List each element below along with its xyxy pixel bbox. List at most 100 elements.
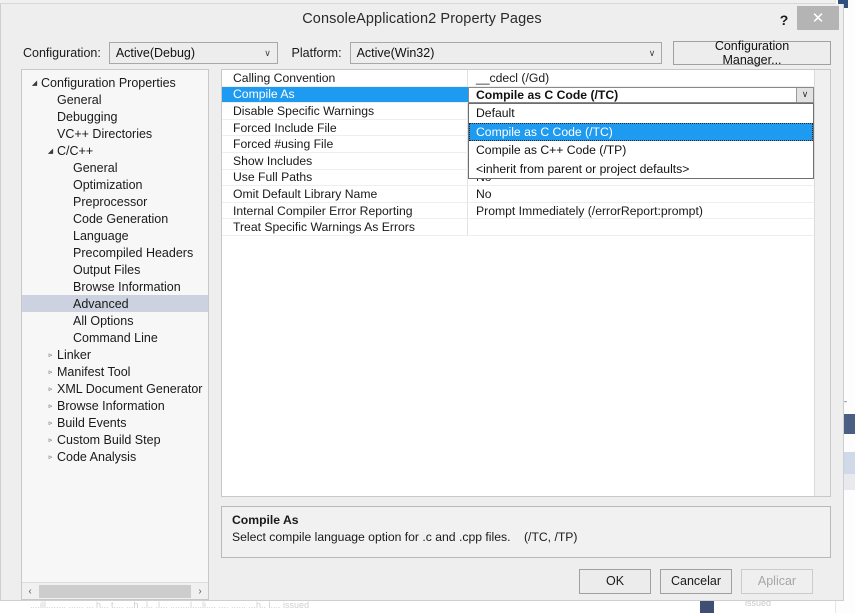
tree-item-label: Manifest Tool — [57, 364, 131, 379]
chevron-down-icon: ∨ — [264, 47, 271, 58]
dropdown-option[interactable]: <inherit from parent or project defaults… — [469, 160, 813, 179]
expand-arrow-icon[interactable]: ▹ — [44, 419, 57, 427]
tree-item[interactable]: All Options — [22, 312, 208, 329]
tree-item-label: VC++ Directories — [57, 126, 153, 141]
property-row[interactable]: Calling Convention __cdecl (/Gd) — [222, 70, 814, 87]
property-grid[interactable]: Calling Convention __cdecl (/Gd) Compile A… — [222, 70, 814, 496]
expand-arrow-icon[interactable]: ▹ — [44, 368, 57, 376]
tree-spacer-icon — [60, 266, 73, 273]
close-icon[interactable]: ✕ — [797, 6, 839, 30]
chevron-down-icon[interactable]: ∨ — [796, 87, 813, 103]
tree-item[interactable]: Optimization — [22, 176, 208, 193]
tree-spacer-icon — [44, 113, 57, 120]
tree-item[interactable]: ▹ Build Events — [22, 414, 208, 431]
chevron-down-icon: ∨ — [648, 47, 656, 58]
tree-item-label: Debugging — [57, 109, 118, 124]
scrollbar-thumb[interactable] — [39, 584, 191, 598]
tree-item-label: Output Files — [73, 262, 141, 277]
tree-item[interactable]: ▹ Custom Build Step — [22, 431, 208, 448]
property-value[interactable] — [468, 219, 814, 235]
tree-item[interactable]: Debugging — [22, 108, 208, 125]
tree-item[interactable]: ◢ C/C++ — [22, 142, 208, 159]
tree-spacer-icon — [60, 198, 73, 205]
property-name: Omit Default Library Name — [222, 186, 468, 202]
dropdown-option[interactable]: Compile as C Code (/TC) — [469, 122, 813, 142]
tree-spacer-icon — [60, 334, 73, 341]
ok-button[interactable]: OK — [579, 568, 651, 594]
configuration-toolbar: Configuration: Active(Debug) ∨ Platform:… — [1, 37, 843, 69]
property-row[interactable]: Internal Compiler Error Reporting Prompt … — [222, 202, 814, 220]
tree-spacer-icon — [60, 181, 73, 188]
tree-item[interactable]: VC++ Directories — [22, 125, 208, 142]
expand-arrow-icon[interactable]: ▹ — [44, 453, 57, 461]
tree-horizontal-scrollbar[interactable]: ‹ › — [22, 582, 208, 599]
dialog-title: ConsoleApplication2 Property Pages — [302, 11, 542, 27]
tree-item[interactable]: Code Generation — [22, 210, 208, 227]
tree-item-label: Browse Information — [57, 398, 165, 413]
tree-item[interactable]: ▹ Linker — [22, 346, 208, 363]
grid-vertical-scrollbar[interactable] — [814, 70, 830, 496]
tree-spacer-icon — [60, 300, 73, 307]
cancel-button[interactable]: Cancelar — [660, 568, 732, 594]
expand-arrow-icon[interactable]: ▹ — [44, 385, 57, 393]
property-name: Disable Specific Warnings — [222, 103, 468, 119]
expand-arrow-icon[interactable]: ▹ — [44, 402, 57, 410]
property-row[interactable]: Omit Default Library Name No — [222, 186, 814, 203]
property-row[interactable]: Treat Specific Warnings As Errors — [222, 219, 814, 236]
tree-spacer-icon — [44, 96, 57, 103]
configuration-label: Configuration: — [23, 46, 101, 60]
configuration-select[interactable]: Active(Debug) ∨ — [108, 42, 278, 64]
tree-spacer-icon — [60, 215, 73, 222]
help-icon[interactable]: ? — [773, 9, 795, 31]
tree-item[interactable]: ◢ Configuration Properties — [22, 74, 208, 91]
configuration-select-value: Active(Debug) — [115, 46, 196, 60]
scroll-right-icon[interactable]: › — [192, 584, 208, 599]
property-description-panel: Compile As Select compile language optio… — [221, 506, 831, 558]
expand-arrow-icon[interactable]: ▹ — [44, 351, 57, 359]
tree-item-label: Advanced — [73, 296, 129, 311]
tree-item[interactable]: ▹ XML Document Generator — [22, 380, 208, 397]
configuration-manager-button[interactable]: Configuration Manager... — [673, 39, 831, 67]
property-value-dropdown[interactable]: Default Compile as C Code (/TC) Compile as… — [468, 103, 814, 180]
property-value-combobox-text: Compile as C Code (/TC) — [476, 87, 619, 102]
tree-item[interactable]: General — [22, 159, 208, 176]
property-name: Forced #using File — [222, 136, 468, 152]
tree-item-label: Precompiled Headers — [73, 245, 194, 260]
property-name: Forced Include File — [222, 119, 468, 136]
tree-item-label: Build Events — [57, 415, 127, 430]
dropdown-option[interactable]: Compile as C++ Code (/TP) — [469, 141, 813, 160]
property-name: Use Full Paths — [222, 169, 468, 186]
property-value[interactable]: No — [468, 186, 814, 202]
property-name: Calling Convention — [222, 70, 468, 86]
property-name: Show Includes — [222, 152, 468, 169]
tree-item[interactable]: ▹ Manifest Tool — [22, 363, 208, 380]
tree-item[interactable]: Preprocessor — [22, 193, 208, 210]
tree-item[interactable]: Command Line — [22, 329, 208, 346]
scroll-left-icon[interactable]: ‹ — [22, 584, 38, 599]
platform-select[interactable]: Active(Win32) ∨ — [349, 42, 662, 64]
property-name: Treat Specific Warnings As Errors — [222, 219, 468, 235]
property-value-combobox[interactable]: Compile as C Code (/TC) ∨ — [468, 86, 814, 104]
dialog-titlebar: ConsoleApplication2 Property Pages ? ✕ — [1, 4, 843, 37]
tree-item[interactable]: Browse Information — [22, 278, 208, 295]
property-area: Calling Convention __cdecl (/Gd) Compile A… — [221, 69, 831, 600]
tree-item-label: Linker — [57, 347, 92, 362]
property-name: Compile As — [222, 86, 468, 103]
configuration-tree[interactable]: ◢ Configuration Properties General Debugg… — [22, 74, 208, 582]
tree-item[interactable]: Language — [22, 227, 208, 244]
collapse-arrow-icon[interactable]: ◢ — [28, 79, 41, 87]
tree-item[interactable]: Precompiled Headers — [22, 244, 208, 261]
property-value[interactable]: Prompt Immediately (/errorReport:prompt) — [468, 203, 814, 219]
tree-item[interactable]: ▹ Code Analysis — [22, 448, 208, 465]
expand-arrow-icon[interactable]: ▹ — [44, 436, 57, 444]
tree-item[interactable]: Advanced — [22, 295, 208, 312]
tree-item[interactable]: Output Files — [22, 261, 208, 278]
tree-spacer-icon — [60, 232, 73, 239]
tree-spacer-icon — [44, 130, 57, 137]
dialog-footer: OK Cancelar Aplicar — [221, 558, 831, 604]
property-value[interactable]: __cdecl (/Gd) — [468, 70, 814, 86]
dropdown-option[interactable]: Default — [469, 104, 813, 123]
tree-item[interactable]: ▹ Browse Information — [22, 397, 208, 414]
tree-item[interactable]: General — [22, 91, 208, 108]
collapse-arrow-icon[interactable]: ◢ — [44, 147, 57, 155]
